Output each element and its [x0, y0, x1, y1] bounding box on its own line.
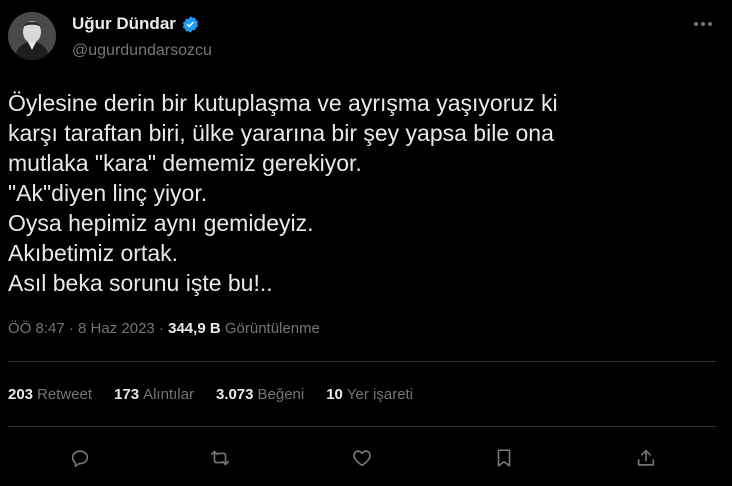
avatar-portrait	[8, 12, 56, 60]
tweet-meta: ÖÖ 8:47 · 8 Haz 2023 · 344,9 B Görüntüle…	[8, 320, 320, 337]
bookmarks-stat[interactable]: 10 Yer işareti	[326, 386, 413, 403]
retweet-icon[interactable]	[206, 444, 234, 472]
reply-icon[interactable]	[66, 444, 94, 472]
quotes-stat[interactable]: 173 Alıntılar	[114, 386, 194, 403]
likes-stat[interactable]: 3.073 Beğeni	[216, 386, 304, 403]
tweet-header: Uğur Dündar @ugurdundarsozcu	[8, 12, 724, 64]
divider	[8, 426, 716, 427]
share-icon[interactable]	[632, 444, 660, 472]
name-row: Uğur Dündar	[72, 14, 200, 34]
views-count: 344,9 B	[168, 320, 221, 337]
views-label: Görüntülenme	[224, 320, 320, 337]
tweet-date[interactable]: 8 Haz 2023	[78, 320, 155, 337]
divider	[8, 361, 716, 362]
bookmark-icon[interactable]	[490, 444, 518, 472]
verified-badge-icon	[182, 15, 199, 33]
heart-icon[interactable]	[348, 444, 376, 472]
tweet-time[interactable]: ÖÖ 8:47	[8, 320, 65, 337]
meta-separator: ·	[158, 320, 169, 337]
avatar[interactable]	[8, 12, 56, 60]
tweet-text: Öylesine derin bir kutuplaşma ve ayrışma…	[8, 90, 558, 296]
user-handle[interactable]: @ugurdundarsozcu	[72, 42, 212, 60]
action-bar	[0, 444, 732, 472]
retweets-stat[interactable]: 203 Retweet	[8, 386, 92, 403]
more-horizontal-icon[interactable]	[694, 18, 718, 30]
engagement-stats: 203 Retweet 173 Alıntılar 3.073 Beğeni 10 Ye…	[8, 386, 435, 403]
meta-separator: ·	[68, 320, 79, 337]
display-name[interactable]: Uğur Dündar	[72, 14, 176, 34]
